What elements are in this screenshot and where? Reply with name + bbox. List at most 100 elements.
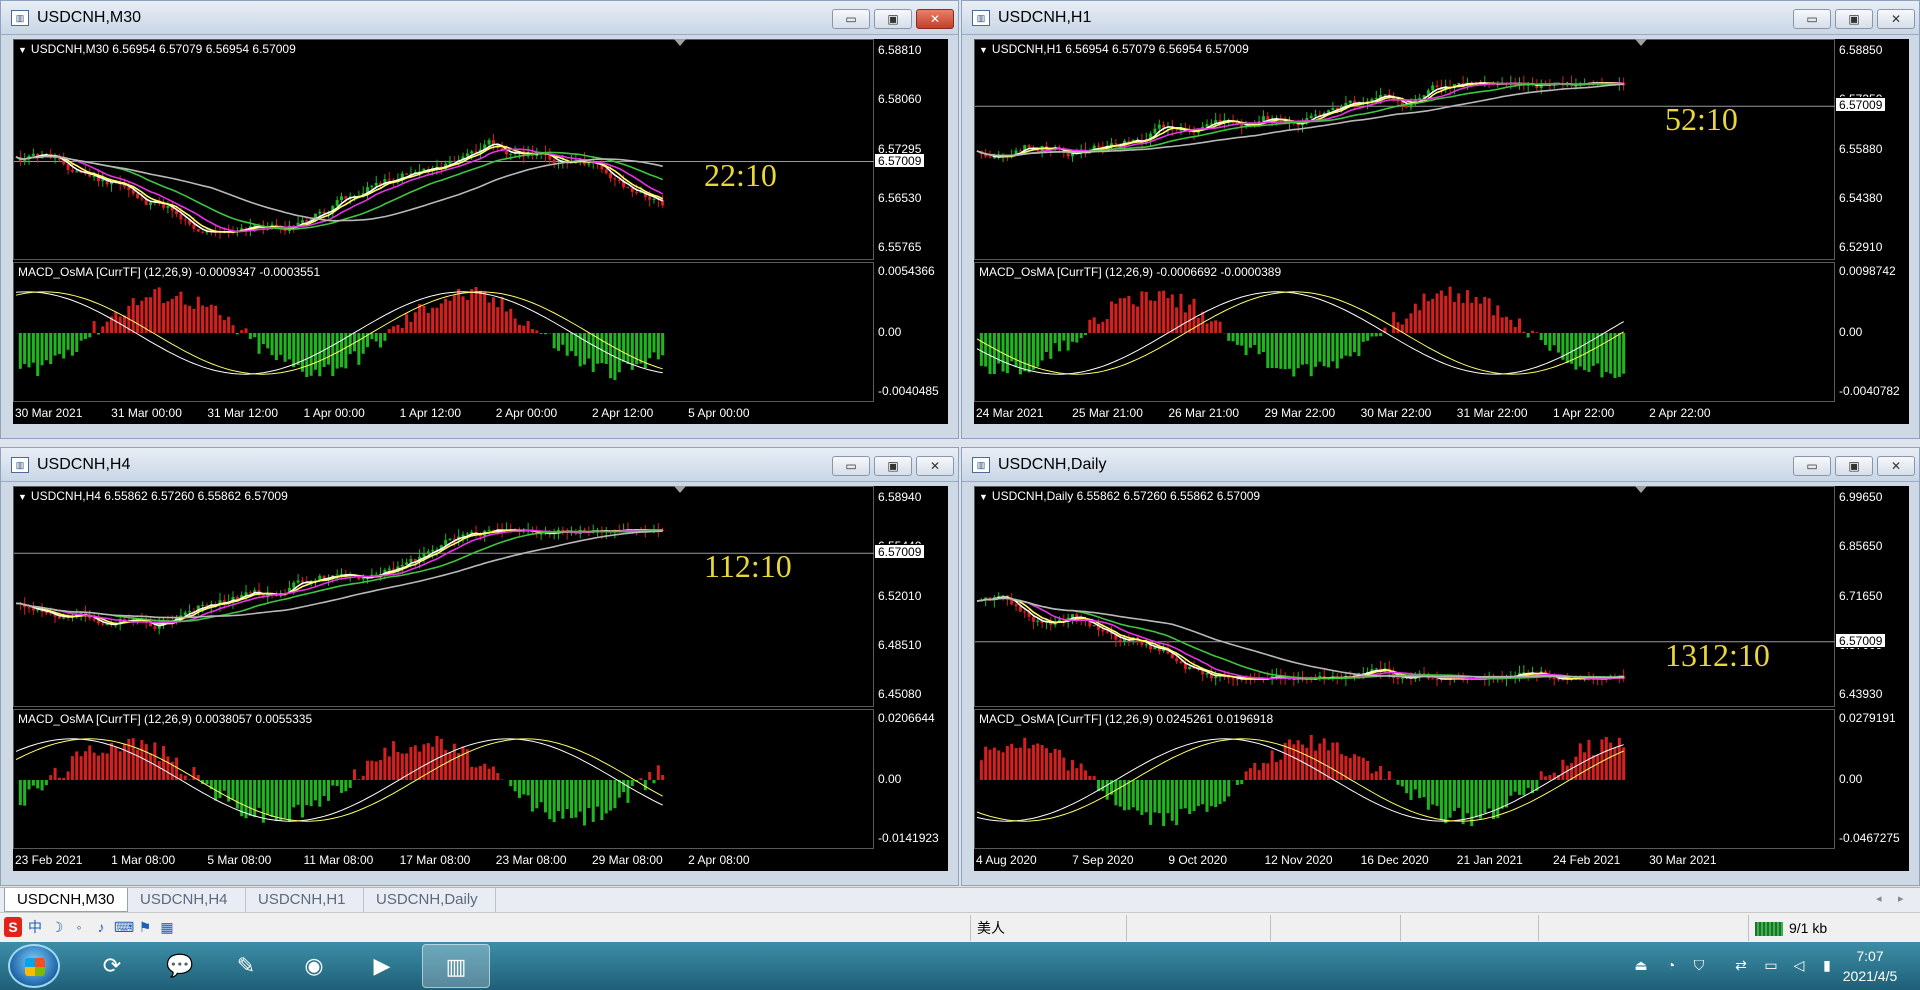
- app-sogou-icon[interactable]: ⟳: [78, 944, 146, 988]
- indicator-pane[interactable]: MACD_OsMA [CurrTF] (12,26,9) -0.0009347 …: [13, 262, 874, 402]
- app-wechat-icon[interactable]: 💬: [146, 944, 214, 988]
- minimize-button[interactable]: ▭: [1793, 456, 1831, 476]
- maximize-button[interactable]: ▣: [1835, 456, 1873, 476]
- osma-bar: [1227, 780, 1231, 797]
- app-player-icon[interactable]: ▶: [348, 944, 416, 988]
- osma-bar: [1144, 780, 1148, 813]
- tab-scroll-right-icon[interactable]: ▸: [1898, 892, 1904, 905]
- candle-body: [461, 534, 465, 537]
- chart-window-m30[interactable]: ▥ USDCNH,M30 ▭ ▣ ✕ ▼ USDCNH,M30 6.56954 6.5707…: [0, 0, 959, 439]
- osma-bar: [83, 751, 87, 780]
- microphone-icon[interactable]: ♪: [92, 917, 110, 937]
- close-button[interactable]: ✕: [916, 456, 954, 476]
- tab-scroll-left-icon[interactable]: ◂: [1876, 892, 1882, 905]
- ime-logo-icon[interactable]: S: [4, 917, 22, 937]
- price-pane[interactable]: ▼ USDCNH,Daily 6.55862 6.57260 6.55862 6.…: [974, 486, 1836, 708]
- tray-usb-icon[interactable]: ⏏: [1632, 956, 1650, 974]
- tab-chart-1[interactable]: USDCNH,H4: [128, 888, 246, 912]
- macd-osma-chart[interactable]: [14, 710, 875, 850]
- keyboard-icon[interactable]: ⌨: [114, 917, 134, 937]
- chart-shift-marker-icon[interactable]: [1635, 39, 1647, 46]
- chart-window-h1[interactable]: ▥ USDCNH,H1 ▭ ▣ ✕ ▼ USDCNH,H1 6.56954 6.57079 …: [961, 0, 1920, 439]
- candle-body: [630, 188, 634, 192]
- maximize-button[interactable]: ▣: [874, 456, 912, 476]
- minimize-button[interactable]: ▭: [832, 9, 870, 29]
- tray-shield-icon[interactable]: ⛉: [1690, 956, 1708, 974]
- candle-body: [1266, 116, 1270, 120]
- app-firefox-icon[interactable]: ◉: [280, 944, 348, 988]
- tab-chart-2[interactable]: USDCNH,H1: [246, 888, 364, 912]
- candle-body: [300, 220, 304, 223]
- window-title-bar[interactable]: ▥ USDCNH,M30 ▭ ▣ ✕: [1, 1, 958, 35]
- chart-shift-marker-icon[interactable]: [674, 486, 686, 493]
- shirt-icon[interactable]: ⚑: [136, 917, 154, 937]
- chart-shift-marker-icon[interactable]: [1635, 486, 1647, 493]
- chart-area[interactable]: ▼ USDCNH,Daily 6.55862 6.57260 6.55862 6.…: [974, 486, 1909, 871]
- osma-bar: [109, 742, 113, 780]
- time-axis-label: 2 Apr 00:00: [495, 406, 558, 420]
- close-button[interactable]: ✕: [916, 9, 954, 29]
- candlestick-chart[interactable]: [14, 40, 875, 261]
- tray-network-icon[interactable]: ⇄: [1732, 956, 1750, 974]
- candle-body: [452, 160, 456, 162]
- osma-bar: [1118, 298, 1122, 333]
- tray-screen-icon[interactable]: ▭: [1762, 956, 1780, 974]
- chart-area[interactable]: ▼ USDCNH,H1 6.56954 6.57079 6.56954 6.570…: [974, 39, 1909, 424]
- tray-wechat-icon[interactable]: ◔: [1662, 956, 1680, 974]
- tab-chart-3[interactable]: USDCNH,Daily: [364, 888, 496, 912]
- tab-chart-0[interactable]: USDCNH,M30: [4, 888, 128, 912]
- chart-area[interactable]: ▼ USDCNH,H4 6.55862 6.57260 6.55862 6.570…: [13, 486, 948, 871]
- minimize-button[interactable]: ▭: [1793, 9, 1831, 29]
- app-metatrader-icon[interactable]: ▥: [422, 944, 490, 988]
- osma-bar: [1075, 768, 1079, 780]
- chart-window-daily[interactable]: ▥ USDCNH,Daily ▭ ▣ ✕ ▼ USDCNH,Daily 6.55862 6.…: [961, 447, 1920, 886]
- price-pane[interactable]: ▼ USDCNH,H4 6.55862 6.57260 6.55862 6.570…: [13, 486, 875, 708]
- indicator-pane[interactable]: MACD_OsMA [CurrTF] (12,26,9) 0.0038057 0…: [13, 709, 874, 849]
- close-button[interactable]: ✕: [1877, 9, 1915, 29]
- window-title-bar[interactable]: ▥ USDCNH,H1 ▭ ▣ ✕: [962, 1, 1919, 35]
- price-pane[interactable]: ▼ USDCNH,H1 6.56954 6.57079 6.56954 6.570…: [974, 39, 1836, 261]
- osma-bar: [1188, 304, 1192, 333]
- osma-bar: [1270, 333, 1274, 368]
- grid-icon[interactable]: ▦: [158, 917, 176, 937]
- system-clock[interactable]: 7:07 2021/4/5: [1830, 946, 1910, 986]
- start-button[interactable]: [8, 944, 60, 988]
- osma-bar: [1548, 333, 1552, 351]
- window-title-bar[interactable]: ▥ USDCNH,Daily ▭ ▣ ✕: [962, 448, 1919, 482]
- tray-volume-icon[interactable]: ◁: [1790, 956, 1808, 974]
- maximize-button[interactable]: ▣: [1835, 9, 1873, 29]
- macd-osma-chart[interactable]: [14, 263, 875, 403]
- osma-bar: [1261, 762, 1265, 780]
- osma-bar: [1539, 333, 1543, 341]
- punctuation-icon[interactable]: ◦: [70, 917, 88, 937]
- minimize-button[interactable]: ▭: [832, 456, 870, 476]
- candle-body: [1331, 107, 1335, 111]
- osma-bar: [1409, 313, 1413, 333]
- osma-bar: [1183, 780, 1187, 809]
- osma-bar: [40, 780, 44, 791]
- candlestick-chart[interactable]: [975, 487, 1836, 708]
- chart-shift-marker-icon[interactable]: [674, 39, 686, 46]
- clock-time: 7:07: [1856, 948, 1884, 964]
- ime-mode-label[interactable]: 中: [26, 917, 44, 937]
- chart-area[interactable]: ▼ USDCNH,M30 6.56954 6.57079 6.56954 6.57…: [13, 39, 948, 424]
- price-axis: 6.996506.856506.716506.570096.439306.570…: [1835, 486, 1903, 707]
- chart-window-h4[interactable]: ▥ USDCNH,H4 ▭ ▣ ✕ ▼ USDCNH,H4 6.55862 6.57260 …: [0, 447, 959, 886]
- indicator-pane[interactable]: MACD_OsMA [CurrTF] (12,26,9) -0.0006692 …: [974, 262, 1835, 402]
- osma-bar: [170, 298, 174, 333]
- window-title-bar[interactable]: ▥ USDCNH,H4 ▭ ▣ ✕: [1, 448, 958, 482]
- macd-osma-chart[interactable]: [975, 710, 1836, 850]
- price-pane[interactable]: ▼ USDCNH,M30 6.56954 6.57079 6.56954 6.57…: [13, 39, 875, 261]
- app-pen-icon[interactable]: ✎: [212, 944, 280, 988]
- candle-body: [192, 224, 196, 229]
- candlestick-chart[interactable]: [975, 40, 1836, 261]
- macd-osma-chart[interactable]: [975, 263, 1836, 403]
- moon-icon[interactable]: ☽: [48, 917, 66, 937]
- maximize-button[interactable]: ▣: [874, 9, 912, 29]
- close-button[interactable]: ✕: [1877, 456, 1915, 476]
- indicator-pane[interactable]: MACD_OsMA [CurrTF] (12,26,9) 0.0245261 0…: [974, 709, 1835, 849]
- osma-bar: [1023, 333, 1027, 372]
- osma-bar: [309, 780, 313, 807]
- osma-bar: [396, 751, 400, 780]
- candlestick-chart[interactable]: [14, 487, 875, 708]
